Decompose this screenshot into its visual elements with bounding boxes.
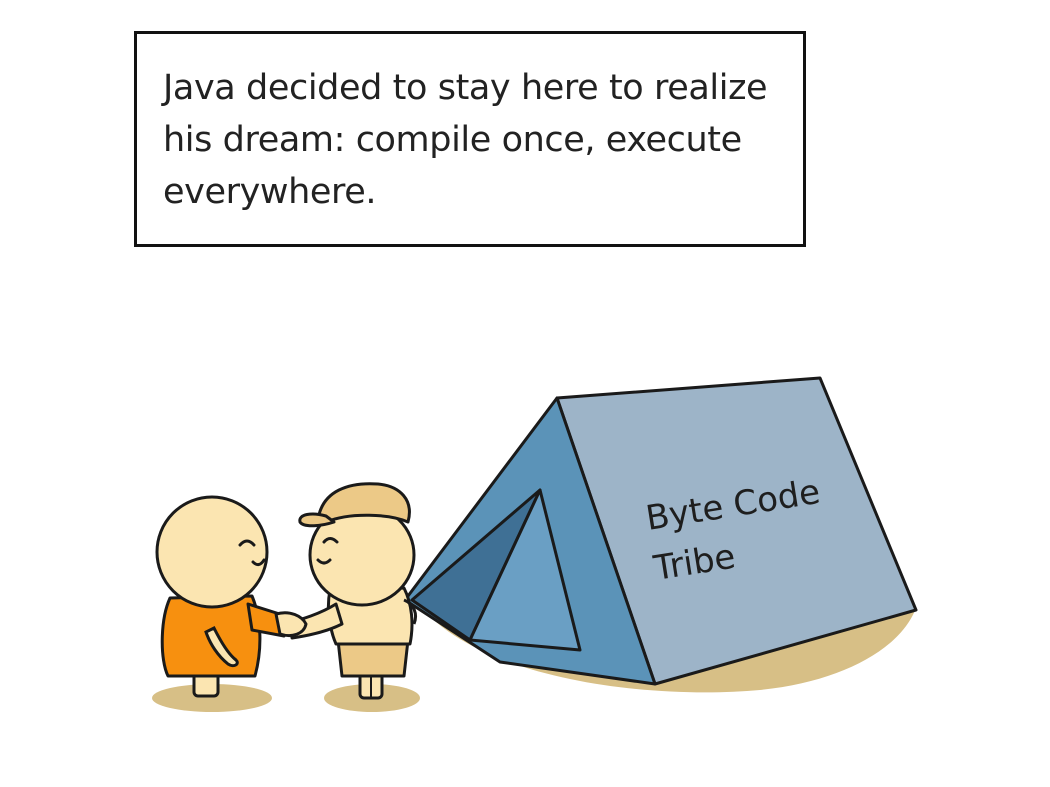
character-left — [155, 495, 288, 698]
illustration-scene: Byte Code Tribe — [0, 0, 1050, 787]
comic-illustration: Byte Code Tribe — [152, 376, 918, 712]
cap-icon — [316, 482, 411, 524]
handshake — [274, 611, 308, 638]
character-right — [288, 482, 418, 700]
